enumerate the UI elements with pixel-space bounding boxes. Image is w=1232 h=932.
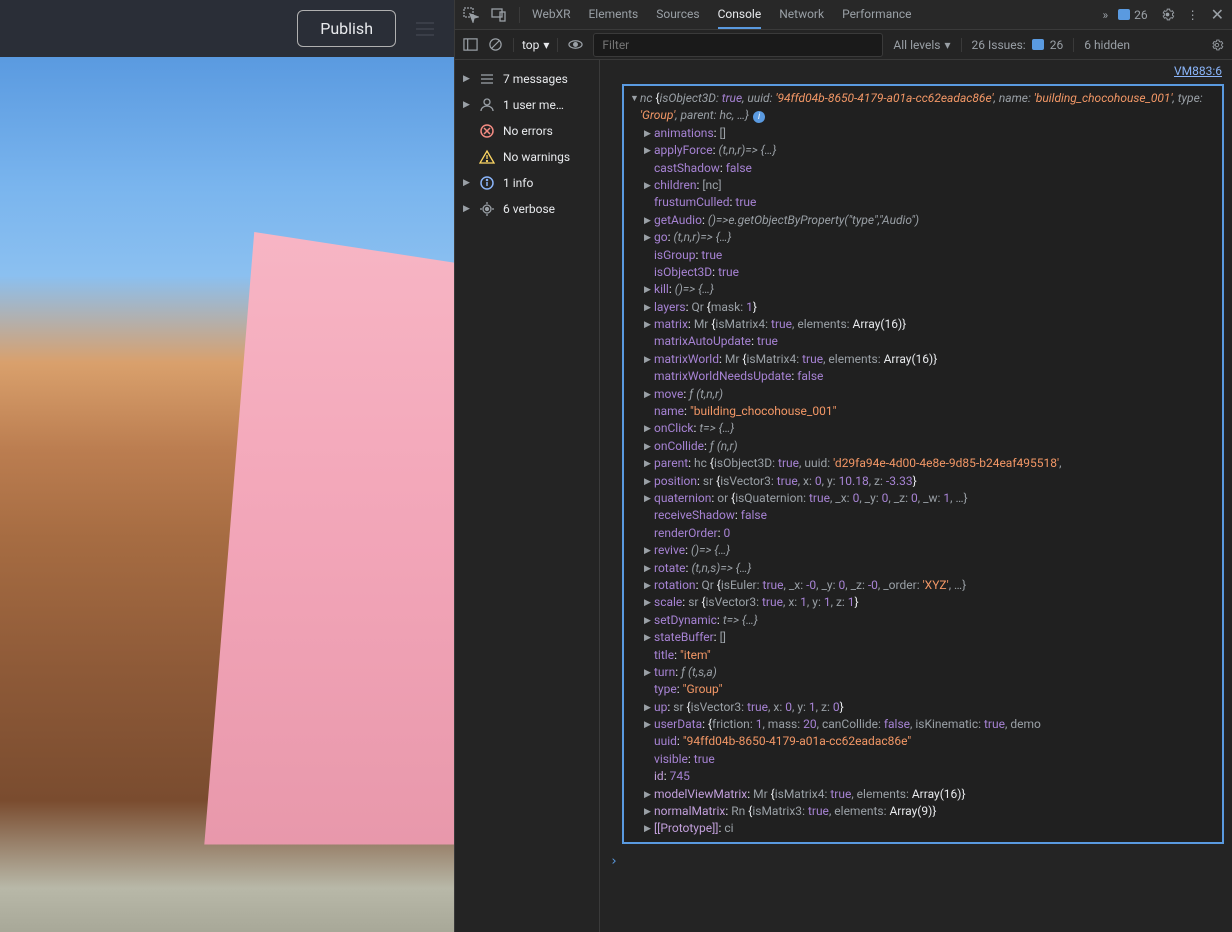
gear-icon[interactable] (1160, 7, 1175, 22)
editor-topbar: Publish (0, 0, 454, 57)
property-row[interactable]: id: 745 (630, 768, 1216, 785)
property-row[interactable]: isGroup: true (630, 247, 1216, 264)
property-row[interactable]: ▶stateBuffer: [] (630, 629, 1216, 646)
property-row[interactable]: visible: true (630, 751, 1216, 768)
property-row[interactable]: ▶applyForce: (t,n,r)=> {…} (630, 142, 1216, 159)
object-dump[interactable]: ▼nc {isObject3D: true, uuid: '94ffd04b-8… (622, 84, 1224, 844)
tab-performance[interactable]: Performance (842, 1, 911, 29)
property-row[interactable]: receiveShadow: false (630, 507, 1216, 524)
sidebar-filter-warn[interactable]: No warnings (455, 144, 599, 170)
sidebar-filter-msg[interactable]: ▶7 messages (455, 66, 599, 92)
log-levels-selector[interactable]: All levels ▾ (893, 38, 961, 52)
message-count[interactable]: 26 (1118, 8, 1148, 22)
close-icon[interactable]: ✕ (1211, 5, 1224, 24)
property-row[interactable]: ▶animations: [] (630, 125, 1216, 142)
property-row[interactable]: ▶userData: {friction: 1, mass: 20, canCo… (630, 716, 1216, 733)
kebab-icon[interactable]: ⋮ (1187, 8, 1199, 22)
property-row[interactable]: uuid: "94ffd04b-8650-4179-a01a-cc62eadac… (630, 733, 1216, 750)
property-row[interactable]: ▶rotation: Qr {isEuler: true, _x: -0, _y… (630, 577, 1216, 594)
property-row[interactable]: frustumCulled: true (630, 194, 1216, 211)
property-row[interactable]: title: "item" (630, 647, 1216, 664)
sidebar-filter-info[interactable]: ▶1 info (455, 170, 599, 196)
property-row[interactable]: ▶scale: sr {isVector3: true, x: 1, y: 1,… (630, 594, 1216, 611)
property-row[interactable]: ▶position: sr {isVector3: true, x: 0, y:… (630, 473, 1216, 490)
property-row[interactable]: castShadow: false (630, 160, 1216, 177)
property-row[interactable]: name: "building_chocohouse_001" (630, 403, 1216, 420)
info-icon (479, 175, 495, 191)
sidebar-filter-verbose[interactable]: ▶6 verbose (455, 196, 599, 222)
source-link[interactable]: VM883:6 (600, 60, 1232, 82)
property-row[interactable]: ▶turn: ƒ (t,s,a) (630, 664, 1216, 681)
devtools-tabs: WebXR Elements Sources Console Network Perfor… (455, 0, 1232, 30)
property-row[interactable]: isObject3D: true (630, 264, 1216, 281)
console-prompt[interactable]: › (600, 850, 1232, 873)
property-row[interactable]: ▶matrix: Mr {isMatrix4: true, elements: … (630, 316, 1216, 333)
property-row[interactable]: ▶rotate: (t,n,s)=> {…} (630, 560, 1216, 577)
context-selector[interactable]: top ▾ (513, 38, 558, 52)
device-icon[interactable] (491, 7, 507, 23)
sidebar-filter-err[interactable]: No errors (455, 118, 599, 144)
filter-input[interactable] (593, 33, 883, 57)
verbose-icon (479, 201, 495, 217)
property-row[interactable]: ▶matrixWorld: Mr {isMatrix4: true, eleme… (630, 351, 1216, 368)
property-row[interactable]: matrixWorldNeedsUpdate: false (630, 368, 1216, 385)
err-icon (479, 123, 495, 139)
property-row[interactable]: ▶quaternion: or {isQuaternion: true, _x:… (630, 490, 1216, 507)
inspect-icon[interactable] (463, 7, 479, 23)
live-expression-icon[interactable] (568, 37, 583, 52)
tab-webxr[interactable]: WebXR (532, 1, 570, 29)
tab-network[interactable]: Network (779, 1, 824, 29)
tab-elements[interactable]: Elements (588, 1, 638, 29)
publish-button[interactable]: Publish (297, 10, 396, 47)
property-row[interactable]: ▶normalMatrix: Rn {isMatrix3: true, elem… (630, 803, 1216, 820)
devtools-panel: WebXR Elements Sources Console Network Perfor… (454, 0, 1232, 932)
property-row[interactable]: ▶layers: Qr {mask: 1} (630, 299, 1216, 316)
issues-count[interactable]: 26 Issues: 26 (972, 38, 1064, 52)
tab-sources[interactable]: Sources (656, 1, 699, 29)
property-row[interactable]: ▶up: sr {isVector3: true, x: 0, y: 1, z:… (630, 699, 1216, 716)
warn-icon (479, 149, 495, 165)
console-filterbar: top ▾ All levels ▾ 26 Issues: 26 6 hidde… (455, 30, 1232, 60)
property-row[interactable]: ▶setDynamic: t=> {…} (630, 612, 1216, 629)
property-row[interactable]: renderOrder: 0 (630, 525, 1216, 542)
user-icon (479, 97, 495, 113)
property-row[interactable]: ▶go: (t,n,r)=> {…} (630, 229, 1216, 246)
property-row[interactable]: matrixAutoUpdate: true (630, 333, 1216, 350)
property-row[interactable]: ▶kill: ()=> {…} (630, 281, 1216, 298)
property-row[interactable]: ▶[[Prototype]]: ci (630, 820, 1216, 837)
sidebar-filter-user[interactable]: ▶1 user me… (455, 92, 599, 118)
property-row[interactable]: ▶onClick: t=> {…} (630, 420, 1216, 437)
more-tabs-icon[interactable]: » (1102, 8, 1108, 22)
property-row[interactable]: ▶revive: ()=> {…} (630, 542, 1216, 559)
object-header[interactable]: ▼nc {isObject3D: true, uuid: '94ffd04b-8… (630, 90, 1216, 125)
property-row[interactable]: ▶modelViewMatrix: Mr {isMatrix4: true, e… (630, 786, 1216, 803)
menu-icon[interactable] (416, 22, 434, 36)
sidebar-toggle-icon[interactable] (463, 37, 478, 52)
tab-console[interactable]: Console (718, 1, 762, 29)
msg-icon (479, 71, 495, 87)
editor-panel: Publish (0, 0, 454, 932)
console-output: VM883:6 ▼nc {isObject3D: true, uuid: '94… (600, 60, 1232, 932)
property-row[interactable]: ▶getAudio: ()=>e.getObjectByProperty("ty… (630, 212, 1216, 229)
property-row[interactable]: type: "Group" (630, 681, 1216, 698)
3d-viewport[interactable] (0, 57, 454, 932)
hidden-count[interactable]: 6 hidden (1073, 38, 1130, 52)
console-settings-icon[interactable] (1210, 38, 1224, 52)
message-sidebar: ▶7 messages▶1 user me…No errorsNo warnin… (455, 60, 600, 932)
property-row[interactable]: ▶onCollide: ƒ (n,r) (630, 438, 1216, 455)
clear-console-icon[interactable] (488, 37, 503, 52)
property-row[interactable]: ▶children: [nc] (630, 177, 1216, 194)
property-row[interactable]: ▶move: ƒ (t,n,r) (630, 386, 1216, 403)
property-row[interactable]: ▶parent: hc {isObject3D: true, uuid: 'd2… (630, 455, 1216, 472)
